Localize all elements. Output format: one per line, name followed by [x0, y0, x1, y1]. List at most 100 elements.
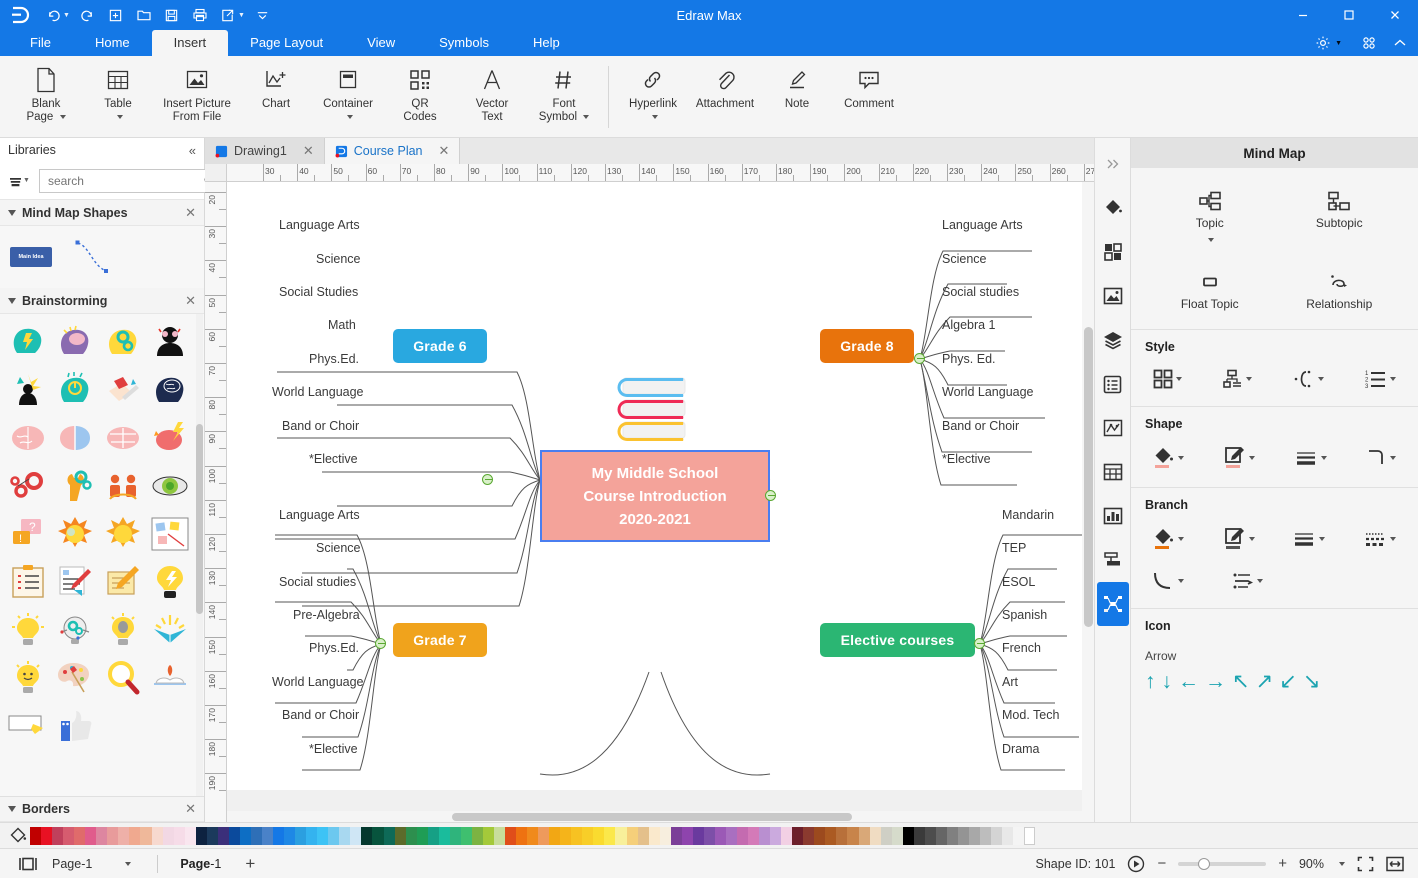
color-swatch[interactable] [383, 826, 395, 845]
close-tab-icon[interactable]: ✕ [439, 143, 450, 159]
add-page-button[interactable]: + [245, 854, 255, 874]
shape-gears-red-icon[interactable] [4, 462, 52, 510]
color-swatch[interactable] [52, 826, 64, 845]
color-swatch[interactable] [317, 826, 329, 845]
color-swatch[interactable] [74, 826, 86, 845]
branch-curve-icon[interactable] [1151, 568, 1186, 594]
canvas-area[interactable]: My Middle School Course Introduction 2020-… [227, 182, 1094, 822]
leaf-grade7-0[interactable]: Language Arts [279, 508, 360, 522]
shape-head-bulb-icon[interactable] [4, 318, 52, 366]
branch-node-grade-6[interactable]: Grade 6 [393, 329, 487, 363]
color-swatch[interactable] [836, 826, 848, 845]
shape-brain-pink-icon[interactable] [4, 414, 52, 462]
table-button[interactable]: Table [82, 60, 154, 134]
color-swatch[interactable] [968, 826, 981, 845]
leaf-grade7-7[interactable]: *Elective [309, 742, 358, 756]
color-swatch[interactable] [184, 826, 196, 845]
fill-color-icon[interactable] [6, 827, 30, 845]
color-swatch[interactable] [107, 826, 119, 845]
shape-brain-storm-icon[interactable] [147, 414, 195, 462]
menu-symbols[interactable]: Symbols [417, 30, 511, 56]
color-swatch[interactable] [593, 826, 605, 845]
shape-weight-icon[interactable] [1294, 443, 1329, 473]
canvas-horizontal-scrollbar[interactable] [227, 811, 1094, 822]
infographic-icon[interactable] [1097, 494, 1129, 538]
color-swatch[interactable] [781, 826, 793, 845]
leaf-grade6-1[interactable]: Science [316, 252, 360, 266]
color-swatch[interactable] [714, 826, 726, 845]
shape-bulb-smile-icon[interactable] [4, 654, 52, 702]
leaf-grade8-4[interactable]: Phys. Ed. [942, 352, 996, 366]
leaf-grade6-0[interactable]: Language Arts [279, 218, 360, 232]
shape-sun-gear-icon[interactable] [52, 510, 100, 558]
export-button[interactable]: ▼ [215, 3, 248, 27]
color-swatch[interactable] [825, 826, 837, 845]
color-swatch[interactable] [902, 826, 914, 845]
color-swatch[interactable] [659, 826, 671, 845]
color-swatch[interactable] [692, 826, 704, 845]
zoom-out-button[interactable]: − [1157, 855, 1166, 872]
color-swatch[interactable] [306, 826, 318, 845]
leaf-elective-1[interactable]: TEP [1002, 541, 1026, 555]
color-swatch[interactable] [30, 826, 42, 845]
color-swatch[interactable] [118, 826, 130, 845]
branch-arrow-icon[interactable] [1230, 568, 1265, 594]
color-swatch[interactable] [1024, 826, 1036, 845]
shape-eye-icon[interactable] [147, 462, 195, 510]
drawing-page[interactable]: My Middle School Course Introduction 2020-… [227, 182, 1083, 790]
print-icon[interactable] [187, 3, 213, 27]
shape-open-book-idea-icon[interactable] [147, 606, 195, 654]
leaf-elective-4[interactable]: French [1002, 641, 1041, 655]
color-swatch[interactable] [858, 826, 870, 845]
color-swatch[interactable] [405, 826, 417, 845]
table-panel-icon[interactable] [1097, 450, 1129, 494]
shape-document-pencil-icon[interactable] [52, 558, 100, 606]
shape-palette-brush-icon[interactable] [52, 654, 100, 702]
export-dropdown-icon[interactable]: ▼ [238, 12, 245, 19]
branch-node-grade-7[interactable]: Grade 7 [393, 623, 487, 657]
shape-question-exclaim-icon[interactable]: ?! [4, 510, 52, 558]
shape-head-brain-purple-icon[interactable] [52, 318, 100, 366]
color-swatch[interactable] [63, 826, 75, 845]
leaf-elective-3[interactable]: Spanish [1002, 608, 1047, 622]
arrow-right-icon[interactable]: → [1205, 671, 1226, 692]
library-section-borders[interactable]: Borders ✕ [0, 796, 204, 822]
canvas-vertical-scrollbar[interactable] [1082, 182, 1094, 822]
branch-dash-icon[interactable] [1363, 524, 1398, 554]
color-swatch[interactable] [792, 826, 804, 845]
color-swatch[interactable] [505, 826, 517, 845]
menu-page-layout[interactable]: Page Layout [228, 30, 345, 56]
arrow-down-right-icon[interactable]: ↘ [1303, 671, 1321, 692]
undo-button[interactable]: ▼ [40, 3, 73, 27]
color-swatch[interactable] [261, 826, 274, 845]
color-swatch[interactable] [516, 826, 528, 845]
library-section-mind-map-shapes[interactable]: Mind Map Shapes ✕ [0, 200, 204, 226]
color-swatch[interactable] [957, 826, 969, 845]
mindmap-panel-icon[interactable] [1096, 582, 1129, 626]
presentation-play-icon[interactable] [1127, 855, 1145, 873]
qr-codes-button[interactable]: QR Codes [384, 60, 456, 134]
shape-line-icon[interactable] [1222, 443, 1257, 473]
color-swatch[interactable] [195, 826, 207, 845]
shape-brain-lines-icon[interactable] [99, 414, 147, 462]
leaf-grade8-2[interactable]: Social studies [942, 285, 1019, 299]
shape-corner-icon[interactable] [1365, 443, 1398, 473]
flowchart-icon[interactable] [1097, 538, 1129, 582]
leaf-elective-6[interactable]: Mod. Tech [1002, 708, 1059, 722]
color-swatch[interactable] [582, 826, 594, 845]
leaf-grade6-4[interactable]: Phys.Ed. [309, 352, 359, 366]
zoom-slider[interactable] [1178, 857, 1267, 870]
open-icon[interactable] [131, 3, 157, 27]
redo-icon[interactable] [75, 3, 101, 27]
color-swatch[interactable] [847, 826, 859, 845]
subtopic-button[interactable]: Subtopic [1275, 184, 1405, 253]
leaf-grade8-1[interactable]: Science [942, 252, 986, 266]
color-swatch[interactable] [703, 826, 715, 845]
menu-view[interactable]: View [345, 30, 417, 56]
leaf-elective-5[interactable]: Art [1002, 675, 1018, 689]
list-icon[interactable] [1097, 362, 1129, 406]
comment-button[interactable]: Comment [833, 60, 905, 134]
grade8-collapse-handle[interactable] [914, 353, 925, 364]
color-swatch[interactable] [471, 826, 483, 845]
canvas-horizontal-scroll-thumb[interactable] [452, 813, 852, 821]
